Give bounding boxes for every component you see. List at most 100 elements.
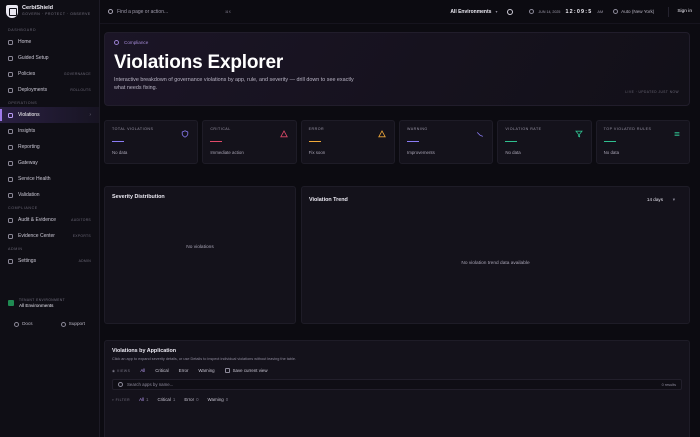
sidebar-footer: Docs Support xyxy=(0,318,99,330)
filter-critical[interactable]: Critical 1 xyxy=(157,397,175,402)
view-error[interactable]: Error xyxy=(179,368,189,373)
alert-triangle-icon xyxy=(279,130,288,138)
sidebar-item-audit-evidence[interactable]: Audit & Evidence AUDITORS xyxy=(0,212,99,228)
sidebar-item-label: Evidence Center xyxy=(18,233,55,239)
sidebar-item-service-health[interactable]: Service Health xyxy=(0,171,99,187)
trend-icon xyxy=(477,132,484,137)
save-view-button[interactable]: Save current view xyxy=(224,368,268,373)
nav-section-operations: OPERATIONS xyxy=(8,101,38,105)
sidebar-item-evidence-center[interactable]: Evidence Center EXPORTS xyxy=(0,228,99,244)
ampm-display: AM xyxy=(597,9,604,14)
filter-error[interactable]: Error 0 xyxy=(184,397,198,402)
page-description: Interactive breakdown of governance viol… xyxy=(114,77,354,92)
audit-icon xyxy=(8,217,13,223)
trend-empty-state: No violation trend data available xyxy=(461,261,530,266)
view-warning[interactable]: Warning xyxy=(198,368,214,373)
panel-title: Violation Trend xyxy=(309,197,348,203)
filter-error-count: 0 xyxy=(196,397,199,402)
breadcrumb[interactable]: Compliance xyxy=(114,40,680,45)
check-circle-icon xyxy=(8,192,13,198)
filter-icon xyxy=(574,130,583,138)
stat-value-placeholder xyxy=(308,141,321,143)
sidebar-item-insights[interactable]: Insights xyxy=(0,123,99,139)
sidebar-item-badge: ADMIN xyxy=(78,259,91,263)
chevron-down-icon: ▾ xyxy=(495,9,498,14)
sidebar-item-settings[interactable]: Settings ADMIN xyxy=(0,253,99,269)
sign-in-button[interactable]: Sign in xyxy=(677,9,692,14)
filter-warning[interactable]: Warning 0 xyxy=(208,397,229,402)
sidebar-item-badge: ROLLOUTS xyxy=(70,88,91,92)
stat-label: CRITICAL xyxy=(210,127,231,131)
sidebar-item-label: Validation xyxy=(18,192,40,198)
stat-card-warning[interactable]: WARNING Improvements xyxy=(398,120,494,164)
time-range-select[interactable]: 14 days xyxy=(647,197,663,202)
sidebar-item-label: Home xyxy=(18,39,32,45)
app-search-input[interactable]: Search apps by name... 0 results xyxy=(112,379,682,390)
search-shortcut: ⌘K xyxy=(225,9,232,14)
chevron-down-icon[interactable]: ▾ xyxy=(673,197,675,203)
severity-empty-state: No violations xyxy=(186,245,214,250)
sidebar-item-deployments[interactable]: Deployments ROLLOUTS xyxy=(0,82,99,98)
docs-link[interactable]: Docs xyxy=(14,321,33,327)
divider xyxy=(668,6,670,17)
sidebar-item-validation[interactable]: Validation xyxy=(0,187,99,203)
filter-all-label: All xyxy=(139,397,144,402)
rocket-icon xyxy=(8,87,13,93)
sidebar-item-violations[interactable]: Violations › xyxy=(0,107,99,123)
chevron-right-icon: › xyxy=(89,112,91,118)
violations-by-application-panel: Violations by Application Click an app t… xyxy=(104,340,690,437)
sidebar-item-gateway[interactable]: Gateway xyxy=(0,155,99,171)
environment-icon xyxy=(8,300,14,306)
search-icon xyxy=(118,382,123,387)
gear-icon xyxy=(8,258,13,264)
gateway-icon xyxy=(8,160,13,166)
view-critical[interactable]: Critical xyxy=(155,368,168,373)
global-search-input[interactable]: Find a page or action... xyxy=(117,9,225,15)
stat-card-total[interactable]: TOTAL VIOLATIONS No data xyxy=(104,120,199,164)
stat-card-critical[interactable]: CRITICAL Immediate action xyxy=(202,120,297,164)
warning-triangle-icon xyxy=(378,130,386,138)
sidebar-item-guided-setup[interactable]: Guided Setup xyxy=(0,50,99,66)
stat-sub: Immediate action xyxy=(210,150,244,156)
results-count: 0 results xyxy=(661,382,676,387)
sidebar-item-label: Gateway xyxy=(18,160,38,166)
sidebar-item-label: Guided Setup xyxy=(18,55,49,61)
support-link[interactable]: Support xyxy=(60,321,85,327)
stat-value-placeholder xyxy=(406,141,419,143)
support-label: Support xyxy=(68,321,85,327)
views-label-text: VIEWS xyxy=(116,368,131,373)
timezone-select[interactable]: Auto (New York) xyxy=(613,9,654,15)
environment-select[interactable]: All Environments ▾ xyxy=(450,9,497,15)
stat-card-violation-rate[interactable]: VIOLATION RATE No data xyxy=(497,120,592,164)
save-view-label: Save current view xyxy=(232,368,268,373)
views-bar: ◉ VIEWS All Critical Error Warning Save … xyxy=(112,368,682,373)
filter-all[interactable]: All 1 xyxy=(139,397,148,402)
filter-error-label: Error xyxy=(184,397,195,402)
stat-label: WARNING xyxy=(406,127,428,131)
stat-card-error[interactable]: ERROR Fix soon xyxy=(300,120,395,164)
filter-bar: ▿ FILTER All 1 Critical 1 Error 0 Warning 0 xyxy=(112,397,682,402)
filter-critical-count: 1 xyxy=(172,397,176,402)
view-all[interactable]: All xyxy=(140,368,145,373)
stat-value-placeholder xyxy=(505,141,518,143)
views-label: ◉ VIEWS xyxy=(112,369,130,373)
sidebar-item-home[interactable]: Home xyxy=(0,34,99,50)
shield-icon xyxy=(182,130,189,138)
stat-card-top-rules[interactable]: TOP VIOLATED RULES No data xyxy=(595,120,690,164)
theme-toggle-icon[interactable] xyxy=(507,8,514,15)
brand[interactable]: CerbiShield GOVERN · PROTECT · OBSERVE xyxy=(0,0,99,22)
sidebar-item-label: Reporting xyxy=(18,144,40,150)
stat-sub: Fix soon xyxy=(308,150,326,156)
compass-icon xyxy=(8,55,13,61)
sidebar-item-label: Policies xyxy=(18,71,36,77)
sidebar-item-policies[interactable]: Policies GOVERNANCE xyxy=(0,66,99,82)
stat-label: TOTAL VIOLATIONS xyxy=(112,127,154,131)
severity-distribution-panel: Severity Distribution No violations xyxy=(104,186,296,324)
sidebar-item-reporting[interactable]: Reporting xyxy=(0,139,99,155)
tenant-environment[interactable]: TENANT ENVIRONMENT All Environments xyxy=(4,294,95,312)
search-icon xyxy=(108,9,113,14)
page-title: Violations Explorer xyxy=(114,52,284,73)
panel-title: Severity Distribution xyxy=(112,194,165,200)
topbar: Find a page or action... ⌘K All Environm… xyxy=(100,0,700,24)
stats-row: TOTAL VIOLATIONS No data CRITICAL Immedi… xyxy=(104,120,690,164)
